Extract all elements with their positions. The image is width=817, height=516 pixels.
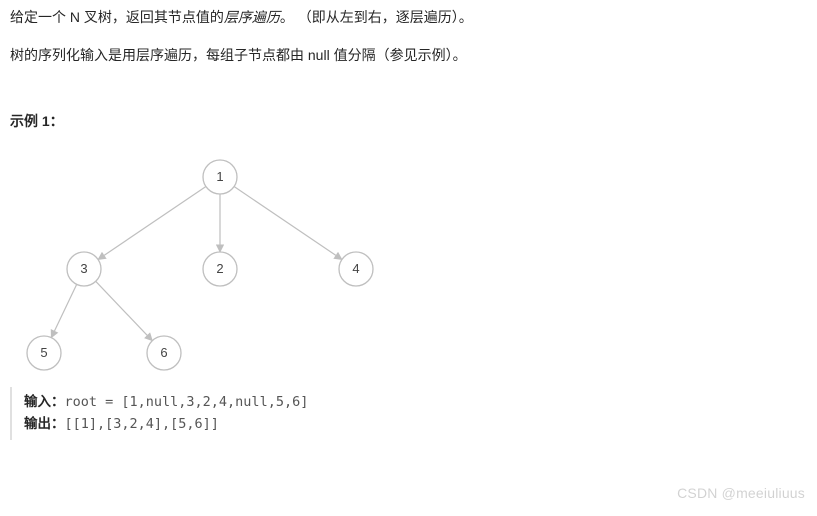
tree-node-label: 4 xyxy=(352,261,359,276)
tree-node-label: 3 xyxy=(80,261,87,276)
paragraph-2: 树的序列化输入是用层序遍历，每组子节点都由 null 值分隔（参见示例）。 xyxy=(10,44,807,68)
tree-diagram: 1 3 2 4 5 6 xyxy=(20,151,420,371)
tree-edge xyxy=(51,285,76,338)
example-io-block: 输入：root = [1,null,3,2,4,null,5,6] 输出：[[1… xyxy=(10,387,807,440)
tree-edge xyxy=(98,187,206,260)
input-label: 输入： xyxy=(24,394,65,409)
output-line: 输出：[[1],[3,2,4],[5,6]] xyxy=(24,413,807,435)
watermark: CSDN @meeiuliuus xyxy=(677,482,805,506)
p1-before: 给定一个 N 叉树，返回其节点值的 xyxy=(10,9,224,25)
paragraph-1: 给定一个 N 叉树，返回其节点值的层序遍历。 （即从左到右，逐层遍历）。 xyxy=(10,6,807,30)
input-line: 输入：root = [1,null,3,2,4,null,5,6] xyxy=(24,391,807,413)
tree-node-label: 5 xyxy=(40,345,47,360)
tree-node-label: 1 xyxy=(216,169,223,184)
output-label: 输出： xyxy=(24,416,65,431)
p1-after: 。 （即从左到右，逐层遍历）。 xyxy=(280,9,473,25)
example-heading: 示例 1： xyxy=(10,110,807,134)
tree-node-label: 6 xyxy=(160,345,167,360)
tree-edge xyxy=(234,187,342,260)
output-value: [[1],[3,2,4],[5,6]] xyxy=(65,416,219,432)
tree-node-label: 2 xyxy=(216,261,223,276)
input-value: root = [1,null,3,2,4,null,5,6] xyxy=(65,394,309,410)
tree-edge xyxy=(96,282,153,341)
p1-italic-term: 层序遍历 xyxy=(224,9,280,25)
problem-container: 给定一个 N 叉树，返回其节点值的层序遍历。 （即从左到右，逐层遍历）。 树的序… xyxy=(0,0,817,440)
